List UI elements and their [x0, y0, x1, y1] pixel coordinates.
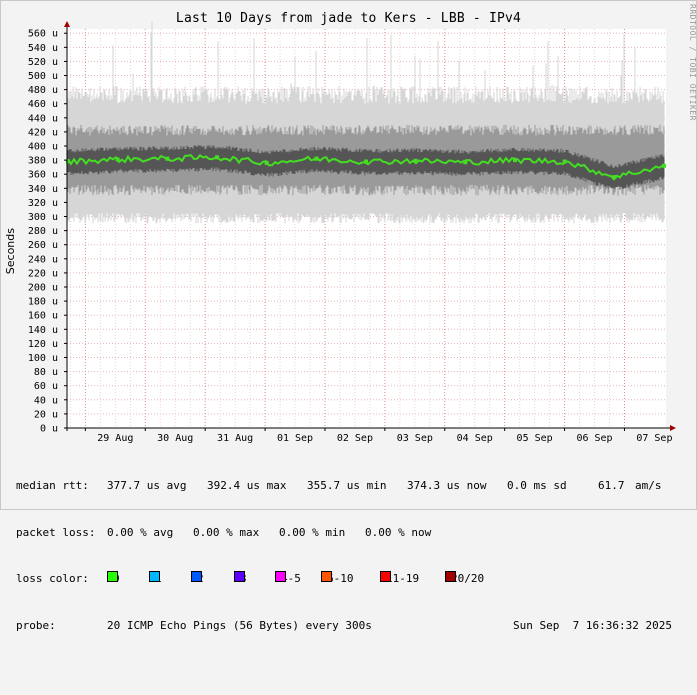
loss-color-item: 3	[234, 571, 247, 587]
y-tick-label: 460 u	[28, 99, 58, 110]
y-tick-label: 140 u	[28, 325, 58, 336]
loss-color-item: 6-10	[321, 571, 354, 587]
y-tick-label: 300 u	[28, 212, 58, 223]
y-tick-label: 220 u	[28, 268, 58, 279]
loss-color-swatch	[321, 571, 332, 582]
packet-loss-row: packet loss: 0.00 % avg 0.00 % max 0.00 …	[16, 525, 431, 541]
median-rtt-point	[165, 156, 170, 161]
loss-color-item: 20/20	[445, 571, 484, 587]
x-tick-label: 31 Aug	[217, 433, 253, 444]
y-tick-label: 120 u	[28, 339, 58, 350]
median-rtt-label: median rtt:	[16, 479, 89, 492]
loss-color-label: loss color:	[16, 572, 89, 585]
packet-loss-now: 0.00 % now	[365, 525, 432, 539]
loss-color-swatch	[107, 571, 118, 582]
median-rtt-ams: 61.7	[598, 479, 625, 492]
plot-area: 0 u 20 u 40 u 60 u 80 u 100 u 120 u 140 u 160 u 1…	[28, 21, 676, 444]
x-tick-label: 04 Sep	[457, 433, 493, 444]
loss-color-item: 1	[149, 571, 162, 587]
median-rtt-point	[413, 158, 418, 163]
y-tick-label: 240 u	[28, 254, 58, 265]
y-tick-label: 560 u	[28, 29, 58, 40]
packet-loss-min: 0.00 % min	[279, 525, 346, 539]
x-tick-label: 06 Sep	[576, 433, 612, 444]
loss-color-swatch	[445, 571, 456, 582]
packet-loss-avg: 0.00 % avg	[107, 525, 174, 539]
packet-loss-label: packet loss:	[16, 525, 96, 539]
legend-block: median rtt: 377.7 us avg 392.4 us max 35…	[16, 447, 672, 649]
median-rtt-row: median rtt: 377.7 us avg 392.4 us max 35…	[16, 478, 662, 494]
x-tick-label: 30 Aug	[157, 433, 193, 444]
y-tick-label: 180 u	[28, 297, 58, 308]
x-tick-labels: 29 Aug 30 Aug 31 Aug 01 Sep 02 Sep 03 Sep 04 S…	[97, 433, 672, 444]
y-tick-label: 80 u	[34, 367, 58, 378]
y-tick-label: 280 u	[28, 226, 58, 237]
median-rtt-avg: 377.7 us avg	[107, 479, 187, 492]
probe-row: probe: 20 ICMP Echo Pings (56 Bytes) eve…	[16, 618, 672, 634]
x-tick-label: 05 Sep	[517, 433, 553, 444]
probe-text: 20 ICMP Echo Pings (56 Bytes) every 300s	[107, 618, 372, 632]
x-tick-label: 07 Sep	[636, 433, 672, 444]
x-axis-arrow	[670, 425, 676, 431]
median-rtt-point	[264, 160, 269, 165]
packet-loss-max: 0.00 % max	[193, 525, 260, 539]
y-tick-label: 420 u	[28, 127, 58, 138]
median-rtt-point	[612, 175, 617, 180]
loss-color-swatch	[191, 571, 202, 582]
median-rtt-sd: 0.0 ms sd	[507, 479, 567, 492]
x-tick-label: 29 Aug	[97, 433, 133, 444]
loss-color-swatch	[380, 571, 391, 582]
y-tick-label: 380 u	[28, 156, 58, 167]
probe-timestamp: Sun Sep 7 16:36:32 2025	[513, 618, 672, 632]
probe-label: probe:	[16, 618, 56, 632]
y-tick-label: 260 u	[28, 240, 58, 251]
median-rtt-point	[562, 159, 567, 164]
y-tick-label: 500 u	[28, 71, 58, 82]
median-rtt-ams-unit: am/s	[635, 479, 662, 492]
median-rtt-now: 374.3 us now	[407, 479, 487, 492]
y-tick-label: 360 u	[28, 170, 58, 181]
loss-color-swatch	[149, 571, 160, 582]
y-tick-label: 100 u	[28, 353, 58, 364]
y-tick-label: 160 u	[28, 311, 58, 322]
x-tick-label: 03 Sep	[397, 433, 433, 444]
y-tick-label: 320 u	[28, 198, 58, 209]
median-rtt-point	[364, 159, 368, 164]
median-rtt-point	[314, 156, 319, 161]
median-rtt-point	[115, 157, 120, 162]
loss-color-swatch	[275, 571, 286, 582]
x-tick-label: 01 Sep	[277, 433, 313, 444]
loss-color-swatch	[234, 571, 245, 582]
loss-color-item: 4-5	[275, 571, 301, 587]
median-rtt-point	[463, 160, 468, 165]
y-tick-label: 0 u	[40, 424, 58, 435]
y-tick-label: 440 u	[28, 113, 58, 124]
y-tick-label: 520 u	[28, 57, 58, 68]
y-tick-label: 200 u	[28, 283, 58, 294]
y-axis-arrow	[64, 21, 70, 27]
loss-color-item: 2	[191, 571, 204, 587]
loss-color-item: 0	[107, 571, 120, 587]
y-tick-label: 60 u	[34, 381, 58, 392]
loss-color-item: 11-19	[380, 571, 419, 587]
median-rtt-max: 392.4 us max	[207, 479, 287, 492]
y-tick-label: 480 u	[28, 85, 58, 96]
loss-color-row: loss color: 0 1 2 3 4-5 6-10 11-19 20/20	[16, 571, 484, 587]
median-rtt-point	[662, 163, 666, 168]
y-tick-label: 540 u	[28, 43, 58, 54]
x-tick-label: 02 Sep	[337, 433, 373, 444]
median-rtt-point	[215, 155, 219, 160]
y-tick-label: 40 u	[34, 395, 58, 406]
y-tick-label: 400 u	[28, 142, 58, 153]
median-rtt-point	[513, 158, 517, 163]
y-tick-label: 20 u	[34, 409, 58, 420]
median-rtt-min: 355.7 us min	[307, 479, 387, 492]
y-tick-labels: 0 u 20 u 40 u 60 u 80 u 100 u 120 u 140 u 160 u 1…	[28, 29, 58, 435]
y-tick-label: 340 u	[28, 184, 58, 195]
